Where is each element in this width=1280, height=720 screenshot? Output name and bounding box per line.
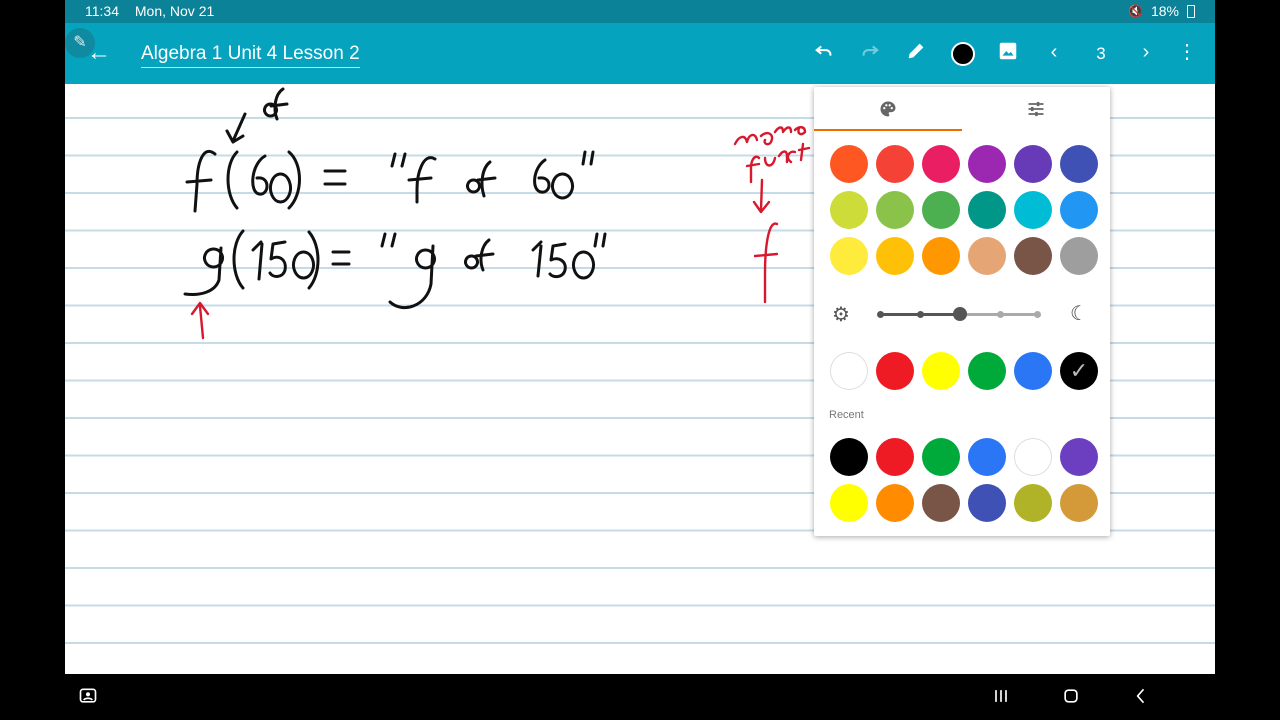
tab-palette[interactable]: [814, 87, 962, 131]
sliders-icon: [1026, 101, 1046, 124]
color-panel-tabs: [814, 87, 1110, 131]
slider-thumb[interactable]: [953, 307, 967, 321]
recent-color-swatch[interactable]: [876, 484, 914, 522]
battery-icon: [1187, 4, 1195, 18]
palette-swatch[interactable]: [922, 145, 960, 183]
palette-swatch[interactable]: [968, 191, 1006, 229]
slider-tick: [997, 311, 1004, 318]
palette-swatch[interactable]: [922, 191, 960, 229]
chevron-left-icon[interactable]: ‹: [1040, 40, 1068, 64]
recent-color-swatch[interactable]: [1014, 484, 1052, 522]
slider-tick: [917, 311, 924, 318]
recent-color-swatch[interactable]: [830, 484, 868, 522]
basic-color-swatch[interactable]: [922, 352, 960, 390]
palette-swatch[interactable]: [1060, 145, 1098, 183]
system-nav-bar: [0, 674, 1280, 720]
brightness-low-icon: ⚙: [832, 304, 850, 326]
basic-color-swatch[interactable]: ✓: [1060, 352, 1098, 390]
current-color-swatch[interactable]: [951, 42, 975, 66]
recent-color-swatch[interactable]: [830, 438, 868, 476]
chevron-right-icon[interactable]: ›: [1132, 40, 1160, 64]
edit-mode-fab[interactable]: ✎: [65, 28, 95, 58]
basic-color-swatch[interactable]: [830, 352, 868, 390]
palette-swatch[interactable]: [876, 191, 914, 229]
palette-swatch[interactable]: [830, 191, 868, 229]
mute-icon: 🔇: [1128, 4, 1143, 18]
basic-color-swatch[interactable]: [876, 352, 914, 390]
recent-color-swatch[interactable]: [922, 438, 960, 476]
home-icon[interactable]: [1061, 686, 1081, 712]
palette-swatch[interactable]: [1014, 237, 1052, 275]
recent-color-swatch[interactable]: [968, 438, 1006, 476]
notebook-title[interactable]: Algebra 1 Unit 4 Lesson 2: [141, 43, 360, 68]
recent-color-swatch[interactable]: [922, 484, 960, 522]
palette-swatch[interactable]: [830, 145, 868, 183]
palette-swatch[interactable]: [876, 237, 914, 275]
status-date: Mon, Nov 21: [134, 3, 215, 19]
basic-color-swatch[interactable]: [968, 352, 1006, 390]
brightness-dark-icon: ☾: [1070, 303, 1088, 325]
page-number: 3: [1096, 44, 1106, 63]
recent-color-swatch[interactable]: [1060, 484, 1098, 522]
pen-icon[interactable]: [902, 40, 930, 67]
palette-swatch[interactable]: [922, 237, 960, 275]
color-picker-panel: ⚙ ☾ Recent ✓: [814, 87, 1110, 536]
status-time: 11:34: [85, 3, 119, 19]
screen-capture-icon[interactable]: [78, 686, 98, 712]
app-bar: ← Algebra 1 Unit 4 Lesson 2 ‹ 3 › ⋮: [65, 23, 1215, 84]
back-icon[interactable]: [1131, 686, 1151, 712]
slider-tick: [877, 311, 884, 318]
palette-swatch[interactable]: [1014, 191, 1052, 229]
image-icon[interactable]: [994, 40, 1022, 67]
recents-icon[interactable]: [991, 686, 1011, 712]
status-bar: 11:34 Mon, Nov 21 🔇 18%: [65, 0, 1215, 23]
redo-icon[interactable]: [856, 40, 884, 67]
battery-percent: 18%: [1150, 3, 1179, 19]
basic-color-swatch[interactable]: [1014, 352, 1052, 390]
recent-color-swatch[interactable]: [968, 484, 1006, 522]
palette-swatch[interactable]: [830, 237, 868, 275]
palette-swatch[interactable]: [1014, 145, 1052, 183]
recent-color-swatch[interactable]: [876, 438, 914, 476]
brightness-slider[interactable]: [877, 307, 1041, 321]
palette-swatch[interactable]: [968, 145, 1006, 183]
more-vert-icon[interactable]: ⋮: [1173, 40, 1201, 64]
selected-check-icon: ✓: [1069, 358, 1089, 383]
slider-tick: [1034, 311, 1041, 318]
recent-label: Recent: [829, 409, 864, 421]
tablet-screen: 11:34 Mon, Nov 21 🔇 18% ← Algebra 1 Unit…: [65, 0, 1215, 674]
palette-swatch[interactable]: [876, 145, 914, 183]
undo-icon[interactable]: [810, 40, 838, 67]
palette-swatch[interactable]: [968, 237, 1006, 275]
recent-color-swatch[interactable]: [1060, 438, 1098, 476]
tab-adjust[interactable]: [962, 87, 1110, 131]
palette-swatch[interactable]: [1060, 191, 1098, 229]
palette-icon: [878, 101, 898, 124]
palette-swatch[interactable]: [1060, 237, 1098, 275]
recent-color-swatch[interactable]: [1014, 438, 1052, 476]
